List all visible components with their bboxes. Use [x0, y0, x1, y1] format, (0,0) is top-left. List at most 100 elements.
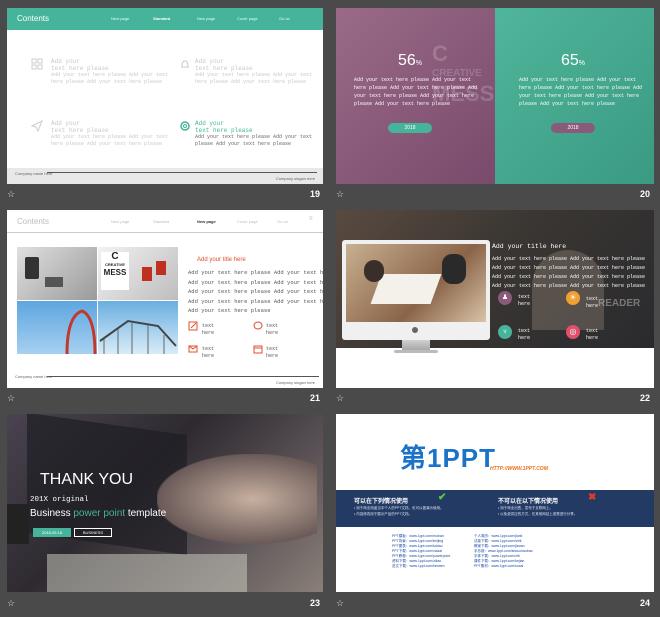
bell-icon: [181, 60, 189, 68]
gear-icon: [180, 121, 190, 131]
body-line: Add your text here please Add your text: [354, 77, 472, 83]
body-line: Add your text here please Add your text …: [188, 278, 323, 286]
target-icon: ◎: [566, 325, 580, 339]
date-button[interactable]: 2018.05.18: [33, 528, 71, 537]
slide-21-thumbnail[interactable]: Contents Next page Standard New page Cov…: [7, 210, 323, 388]
item-line: text here please: [51, 127, 109, 134]
menu-icon[interactable]: ≡: [309, 216, 313, 222]
notebook-shape: [47, 554, 247, 592]
right-year-button[interactable]: 2018: [551, 123, 595, 133]
body-line: please Add your text here please: [519, 101, 616, 107]
icon-label: text: [518, 328, 531, 334]
star-icon[interactable]: ☆: [336, 189, 344, 200]
body-line: Add your text here please Add your text …: [188, 297, 323, 305]
body-line: Add your text here please: [188, 307, 271, 314]
star-icon[interactable]: ☆: [336, 598, 344, 609]
item-line: text here please: [195, 65, 253, 72]
grid-icon: [31, 58, 43, 70]
percent-unit: %: [415, 60, 423, 67]
slide-19-footer: Company name here Company slogan here: [7, 168, 323, 184]
body-line: Add your text here please Add your text: [519, 77, 637, 83]
body-line: your text here please Add your text here: [354, 93, 475, 99]
links-col-1: PPT模板：www.1ppt.com/moban PPT背景：www.1ppt.…: [392, 534, 450, 569]
chat-icon: [253, 321, 263, 330]
item-title: Add your: [195, 58, 224, 65]
star-icon[interactable]: ☆: [336, 393, 344, 404]
logo-text: 第1PPT: [400, 443, 497, 473]
imac-monitor: [342, 240, 490, 340]
left-year-button[interactable]: 2018: [388, 123, 432, 133]
slide-21-nav-5: Go on: [277, 219, 288, 224]
slide-19-thumbnail[interactable]: Contents Next page Standard New page Cov…: [7, 8, 323, 184]
item-body: here please Add your text here please: [195, 79, 307, 85]
can-line-2: • 内容修改用于展示产品的PPT文档。: [354, 512, 413, 516]
check-icon: ✔: [438, 492, 447, 503]
item-title: Add your: [51, 120, 80, 127]
icon-label: text: [518, 294, 531, 300]
item-body: here please Add your text here please: [51, 79, 163, 85]
photo-desk: [17, 247, 97, 300]
cannot-title: 不可以在以下情况使用: [498, 499, 559, 505]
percent-value: 65: [561, 52, 579, 69]
footer-slogan: Company slogan here: [275, 176, 315, 181]
tagline-accent: power point: [73, 508, 126, 519]
body-line: Add your text here please Add your text …: [492, 274, 646, 280]
icon-label: text: [586, 296, 599, 302]
body-line: your text here please Add your text here: [519, 93, 640, 99]
subtitle: 201X original: [30, 496, 89, 504]
edit-icon: [188, 321, 198, 331]
slide-number-19: 19: [310, 189, 321, 199]
icon-label: text: [586, 328, 599, 334]
body-line: please Add your text here please: [354, 101, 451, 107]
item-title: Add your: [195, 120, 224, 127]
star-icon[interactable]: ☆: [7, 393, 15, 404]
photo-letter: C: [111, 251, 119, 262]
can-line-1: • 用于商业用途当中个人的PPT文档，也可以做演示使用。: [354, 506, 444, 510]
cross-icon: ✖: [588, 492, 597, 503]
slide-number-20: 20: [640, 189, 651, 199]
sun-icon: ☀: [566, 291, 580, 305]
paper-plane-icon: [31, 120, 43, 132]
monitor-screen: [346, 244, 486, 322]
slide-19-nav-5: Go on: [279, 16, 290, 21]
body-line: Add your text here please Add your text …: [492, 265, 646, 271]
slide-21-header-title: Contents: [17, 217, 50, 226]
footer-slogan: Company slogan here: [275, 380, 315, 385]
slide-23-thumbnail[interactable]: THANK YOU 201X original Business power p…: [7, 414, 323, 592]
slide-22-thumbnail[interactable]: READER Add your title here Add your text…: [336, 210, 654, 388]
body-line: here please Add your text here please Ad…: [354, 85, 478, 91]
item-body: Add your text here please Add your text: [195, 134, 313, 140]
slide-21-nav-1: Next page: [111, 219, 130, 224]
tagline: Business power point template: [30, 508, 166, 519]
business-button[interactable]: BUSINESS: [74, 528, 112, 537]
photo-rollercoaster: [98, 301, 178, 354]
item-line: text here please: [195, 127, 253, 134]
link-item[interactable]: PPT素材：www.1ppt.com/sucai: [474, 564, 533, 569]
slide-20-thumbnail[interactable]: C CREATIVE MESS 56% Add your text here p…: [336, 8, 654, 184]
trophy-icon: ♆: [498, 325, 512, 339]
slide-19-header-title: Contents: [17, 14, 50, 23]
slide-number-22: 22: [640, 393, 651, 403]
body-line: Add your text here please Add your text …: [188, 288, 323, 295]
link-item[interactable]: 范文下载：www.1ppt.com/fanwen: [392, 564, 450, 569]
logo-1ppt: 第1PPT: [400, 438, 496, 475]
star-icon[interactable]: ☆: [7, 189, 15, 200]
links-col-2: 个人简历：www.1ppt.com/jianli 试卷下载：www.1ppt.c…: [474, 534, 533, 569]
tagline-pre: Business: [30, 508, 71, 519]
footer-line: [47, 172, 317, 173]
icon-label: here: [266, 353, 279, 359]
calendar-icon: [253, 345, 263, 354]
footer-line: [47, 376, 319, 377]
icon-label: here: [518, 301, 531, 307]
monitor-stand: [402, 340, 430, 350]
right-percent: 65%: [561, 52, 585, 70]
slide-19-nav-4: Cover page: [237, 16, 258, 21]
item-line: text here please: [51, 65, 109, 72]
item-body: here please Add your text here please: [51, 141, 163, 147]
item-body: Add your text here please Add your text: [51, 134, 169, 140]
slide-19-nav-1: Next page: [111, 16, 130, 21]
star-icon[interactable]: ☆: [7, 598, 15, 609]
icon-label: here: [586, 335, 599, 341]
slide-24-thumbnail[interactable]: 第1PPT HTTP://WWW.1PPT.COM 可以在下列情况使用 ✔ • …: [336, 414, 654, 592]
slide-number-24: 24: [640, 598, 651, 608]
